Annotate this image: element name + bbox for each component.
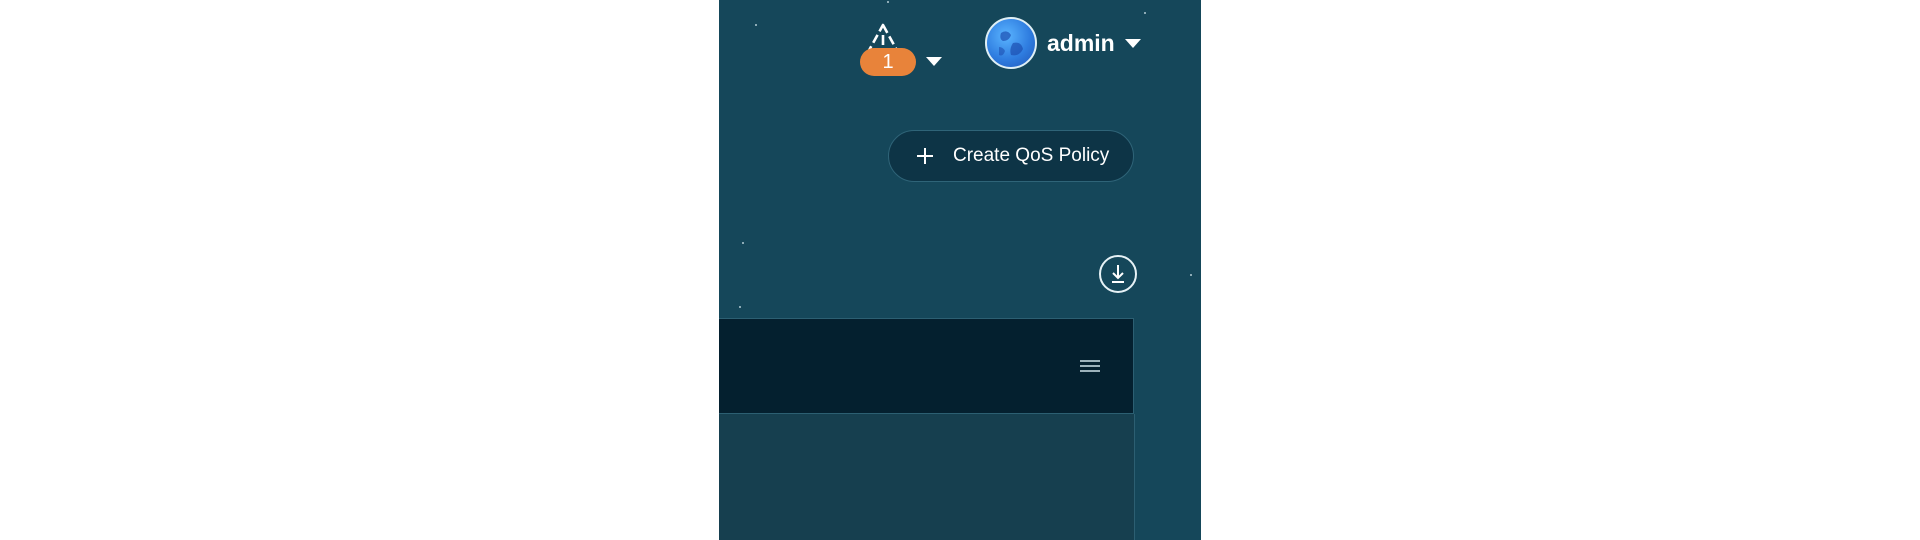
table-header (719, 318, 1134, 414)
plus-icon (917, 148, 933, 164)
star-decoration (1190, 274, 1192, 276)
create-qos-policy-button[interactable]: Create QoS Policy (888, 130, 1134, 182)
star-decoration (1144, 12, 1146, 14)
alerts-dropdown[interactable]: 1 (860, 22, 950, 82)
alert-count-badge: 1 (860, 48, 916, 76)
table-body (719, 414, 1135, 540)
globe-icon (999, 31, 1023, 56)
username-label: admin (1047, 29, 1115, 56)
star-decoration (742, 242, 744, 244)
user-menu[interactable]: admin (985, 16, 1141, 70)
star-decoration (739, 306, 741, 308)
chevron-down-icon (926, 57, 942, 66)
star-decoration (755, 24, 757, 26)
create-button-label: Create QoS Policy (953, 145, 1110, 166)
star-decoration (887, 1, 889, 3)
download-icon (1112, 265, 1124, 283)
app-panel: 1 admin Create QoS Policy (719, 0, 1201, 540)
chevron-down-icon (1124, 38, 1141, 48)
hamburger-menu-icon[interactable] (1080, 358, 1100, 374)
download-button[interactable] (1099, 255, 1137, 293)
user-avatar-icon (985, 17, 1037, 69)
